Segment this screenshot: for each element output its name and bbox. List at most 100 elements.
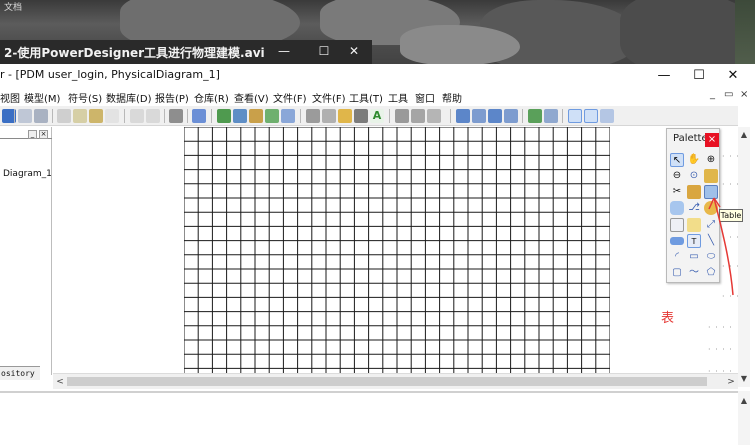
open-diagram-tool-icon[interactable]: ⊙	[687, 169, 701, 183]
horizontal-scrollbar[interactable]: < >	[53, 373, 738, 389]
grid-dots: · · · ·	[708, 345, 733, 354]
menu-report[interactable]: 报告(P)	[155, 90, 189, 105]
delete-icon[interactable]	[105, 109, 119, 123]
pen-icon[interactable]	[338, 109, 352, 123]
output-pane[interactable]	[0, 391, 738, 445]
toolbar-separator	[450, 109, 451, 123]
browser-toggle-icon[interactable]	[568, 109, 582, 123]
menu-file-2[interactable]: 文件(F)	[312, 90, 346, 105]
menu-tools[interactable]: 工具(T)	[349, 90, 383, 105]
zoom-fit-icon[interactable]	[427, 109, 441, 123]
mdi-restore-button[interactable]: ▭	[724, 89, 733, 100]
font-icon[interactable]: A	[370, 109, 384, 123]
video-minimize-button[interactable]: —	[272, 43, 296, 59]
grid-dots: · · ·	[722, 180, 740, 189]
browser-close-button[interactable]: ×	[39, 130, 48, 139]
menu-view[interactable]: 视图	[0, 90, 20, 105]
merge-icon[interactable]	[265, 109, 279, 123]
print-preview-icon[interactable]	[18, 109, 32, 123]
generate-icon[interactable]	[217, 109, 231, 123]
view-2-icon[interactable]	[472, 109, 486, 123]
app-window: r - [PDM user_login, PhysicalDiagram_1] …	[0, 64, 755, 445]
rectangle-tool-icon[interactable]: ▭	[687, 250, 701, 264]
mdi-minimize-button[interactable]: _	[710, 89, 715, 100]
mdi-close-button[interactable]: ×	[740, 89, 748, 100]
view-3-icon[interactable]	[488, 109, 502, 123]
undo-icon[interactable]	[130, 109, 144, 123]
menu-tools-2[interactable]: 工具	[388, 90, 408, 105]
palette-title: Palette	[673, 133, 708, 144]
toolbar-separator	[187, 109, 188, 123]
reference-tool-icon[interactable]: ⎇	[687, 201, 701, 215]
copy-tool-icon[interactable]	[687, 185, 701, 199]
scroll-up-arrow-icon[interactable]: ▲	[738, 129, 750, 141]
menu-repository[interactable]: 仓库(R)	[194, 90, 229, 105]
output-toggle-icon[interactable]	[584, 109, 598, 123]
package-tool-icon[interactable]	[687, 218, 701, 232]
view-tool-icon[interactable]	[670, 201, 684, 215]
diagram-canvas[interactable]	[53, 127, 738, 373]
pointer-tool-icon[interactable]: ↖	[670, 153, 684, 167]
menu-symbol[interactable]: 符号(S)	[68, 90, 102, 105]
diagram-icon[interactable]	[528, 109, 542, 123]
check-model-icon[interactable]	[192, 109, 206, 123]
layout-icon[interactable]	[544, 109, 558, 123]
menu-inspect[interactable]: 查看(V)	[234, 90, 269, 105]
align-icon[interactable]	[306, 109, 320, 123]
repository-tab[interactable]: ository	[0, 366, 40, 380]
reverse-icon[interactable]	[233, 109, 247, 123]
view-1-icon[interactable]	[456, 109, 470, 123]
zoom-in-tool-icon[interactable]: ⊕	[704, 153, 718, 167]
video-close-button[interactable]: ✕	[342, 43, 366, 59]
window-close-button[interactable]: ✕	[723, 66, 743, 86]
video-player-titlebar[interactable]: 2-使用PowerDesigner工具进行物理建模.avi — ☐ ✕	[0, 40, 372, 64]
arc-tool-icon[interactable]: ◜	[670, 250, 684, 264]
window-maximize-button[interactable]: ☐	[689, 66, 709, 86]
cut-icon[interactable]	[57, 109, 71, 123]
menu-database[interactable]: 数据库(D)	[106, 90, 152, 105]
view-4-icon[interactable]	[504, 109, 518, 123]
video-title: 2-使用PowerDesigner工具进行物理建模.avi	[4, 46, 265, 60]
output-scrollbar[interactable]: ▲	[738, 391, 750, 445]
zoom-out-tool-icon[interactable]: ⊖	[670, 169, 684, 183]
scroll-down-arrow-icon[interactable]: ▼	[738, 373, 750, 385]
scroll-right-arrow-icon[interactable]: >	[725, 376, 737, 388]
browser-header: _ ×	[0, 129, 52, 139]
distribute-icon[interactable]	[322, 109, 336, 123]
print-icon[interactable]	[34, 109, 48, 123]
desktop-caption: 文档	[4, 3, 23, 13]
redo-icon[interactable]	[146, 109, 160, 123]
file-tool-icon[interactable]	[670, 218, 684, 232]
browser-minimize-button[interactable]: _	[28, 130, 37, 139]
cut-tool-icon[interactable]: ✂	[670, 185, 684, 199]
title-tool-icon[interactable]	[670, 237, 684, 245]
scroll-thumb[interactable]	[67, 377, 707, 386]
paste-icon[interactable]	[89, 109, 103, 123]
palette-close-button[interactable]: ×	[705, 133, 719, 147]
report-icon[interactable]	[281, 109, 295, 123]
fill-icon[interactable]	[354, 109, 368, 123]
output-scroll-up-icon[interactable]: ▲	[738, 395, 750, 407]
menu-help[interactable]: 帮助	[442, 90, 462, 105]
window-minimize-button[interactable]: —	[654, 66, 674, 86]
result-list-icon[interactable]	[600, 109, 614, 123]
rounded-rectangle-tool-icon[interactable]: ▢	[670, 266, 684, 280]
menu-bar: 视图 模型(M) 符号(S) 数据库(D) 报告(P) 仓库(R) 查看(V) …	[0, 88, 748, 106]
polyline-tool-icon[interactable]: 〜	[687, 266, 701, 280]
copy-icon[interactable]	[73, 109, 87, 123]
toolbar-separator	[211, 109, 212, 123]
text-tool-icon[interactable]: T	[687, 234, 701, 248]
zoom-out-icon[interactable]	[411, 109, 425, 123]
zoom-in-icon[interactable]	[395, 109, 409, 123]
menu-file[interactable]: 文件(F)	[273, 90, 307, 105]
menu-model[interactable]: 模型(M)	[24, 90, 60, 105]
properties-tool-icon[interactable]	[704, 169, 718, 183]
browser-tree-item[interactable]: Diagram_1	[3, 169, 52, 179]
grid-dots: · · ·	[722, 152, 740, 161]
grabber-tool-icon[interactable]: ✋	[687, 153, 701, 167]
video-maximize-button[interactable]: ☐	[312, 43, 336, 59]
properties-icon[interactable]	[169, 109, 183, 123]
scroll-left-arrow-icon[interactable]: <	[54, 376, 66, 388]
compare-icon[interactable]	[249, 109, 263, 123]
menu-window[interactable]: 窗口	[415, 90, 435, 105]
